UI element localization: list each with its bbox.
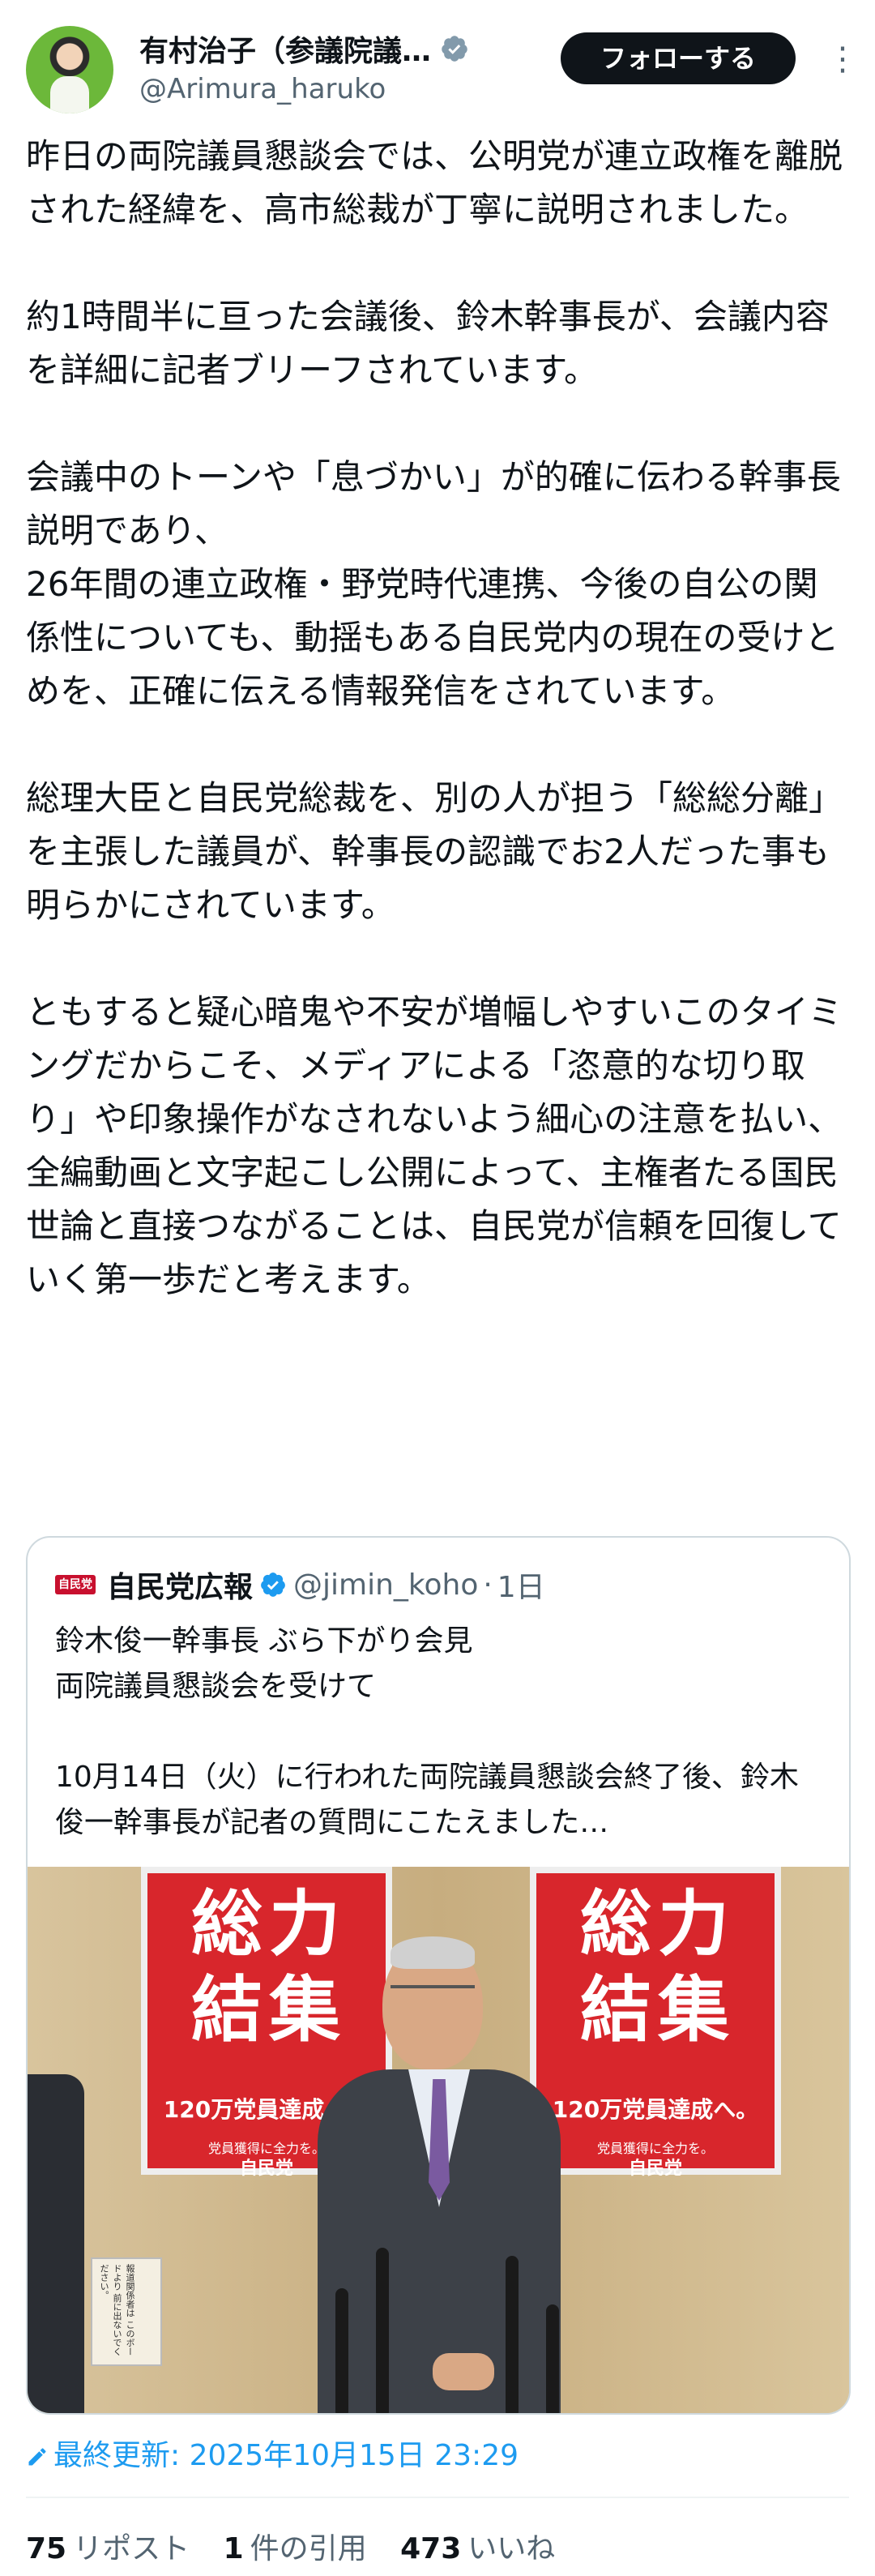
quotes-label[interactable]: 件の引用 [250, 2532, 367, 2565]
likes-count[interactable]: 473 [400, 2532, 461, 2565]
poster-right: 総力 結集 120万党員達成へ。 党員獲得に全力を。 自民党 [530, 1867, 781, 2179]
quoted-tweet-text: 鈴木俊一幹事長 ぶら下がり会見 両院議員懇談会を受けて 10月14日（火）に行わ… [55, 1624, 799, 1839]
verified-badge-icon [442, 36, 467, 62]
tweet-header: 有村治子（参議院議… @Arimura_haruko フォローする ⋮ [26, 24, 859, 115]
likes-label[interactable]: いいね [467, 2532, 555, 2565]
quoted-time: 1日 [497, 1571, 545, 1604]
pencil-icon [28, 2448, 46, 2466]
reposts-count[interactable]: 75 [26, 2532, 66, 2565]
author-display-name[interactable]: 有村治子（参議院議… [139, 28, 431, 70]
engagement-stats: 75 リポスト 1 件の引用 473 いいね [26, 2525, 579, 2567]
follow-button[interactable]: フォローする [561, 32, 796, 84]
avatar[interactable] [26, 26, 113, 113]
author-handle[interactable]: @Arimura_haruko [139, 73, 561, 105]
quoted-tweet[interactable]: 自民党 自民党広報 @jimin_koho · 1日 鈴木俊一幹事長 ぶら下がり… [26, 1536, 851, 2415]
verified-badge-icon [261, 1573, 285, 1597]
last-updated-label: 最終更新: 2025年10月15日 23:29 [53, 2439, 519, 2472]
jimin-logo-icon: 自民党 [55, 1572, 96, 1598]
last-updated[interactable]: 最終更新: 2025年10月15日 23:29 [26, 2432, 519, 2474]
press-sign: 報道関係者は このボードより 前に出ないでください。 [91, 2257, 162, 2366]
quotes-count[interactable]: 1 [224, 2532, 244, 2565]
separator-dot: · [483, 1568, 493, 1602]
tweet-text: 昨日の両院議員懇談会では、公明党が連立政権を離脱された経緯を、高市総裁が丁寧に説… [26, 136, 843, 1299]
quoted-tweet-photo[interactable]: 総力 結集 120万党員達成へ。 党員獲得に全力を。 自民党 総力 結集 120… [28, 1867, 849, 2413]
quoted-author-name: 自民党広報 [107, 1571, 254, 1604]
author-block: 有村治子（参議院議… @Arimura_haruko [139, 28, 561, 105]
reposts-label[interactable]: リポスト [73, 2532, 190, 2565]
quoted-author-handle: @jimin_koho [293, 1568, 479, 1602]
more-options-icon[interactable]: ⋮ [826, 39, 859, 79]
divider [26, 2497, 849, 2498]
quoted-tweet-header: 自民党 自民党広報 @jimin_koho · 1日 [55, 1562, 545, 1607]
